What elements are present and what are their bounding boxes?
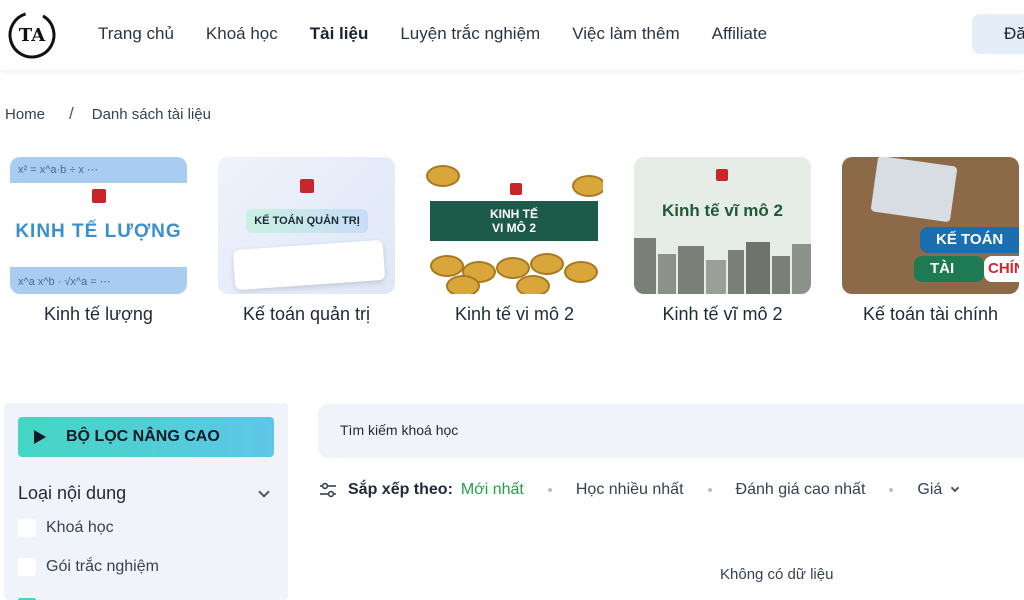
breadcrumb-current: Danh sách tài liệu [91, 105, 211, 123]
course-title[interactable]: Kinh tế vĩ mô 2 [634, 304, 811, 325]
building-illustration [706, 260, 726, 294]
breadcrumb-home[interactable]: Home [5, 106, 45, 123]
course-carousel: x² = x^a·b ÷ x ⋯ KINH TẾ LƯỢNG x^a x^b ·… [10, 157, 1024, 325]
thumbnail-text: KINH TẾ LƯỢNG [15, 221, 182, 242]
content-type-header[interactable]: Loại nội dung [18, 483, 274, 504]
search-bar [318, 404, 1024, 458]
breadcrumb-separator: / [69, 104, 74, 123]
nav-practice-tests[interactable]: Luyện trắc nghiệm [400, 24, 540, 44]
course-thumbnail[interactable]: KINH TẾ VI MÔ 2 [426, 157, 603, 294]
coin-illustration [564, 261, 598, 283]
separator-dot [547, 488, 552, 492]
building-illustration [746, 242, 770, 294]
nav-affiliate[interactable]: Affiliate [712, 24, 767, 44]
nav-courses[interactable]: Khoá học [206, 24, 278, 44]
laptop-illustration [870, 157, 958, 223]
math-decoration: x² = x^a·b ÷ x ⋯ [18, 164, 98, 176]
course-title[interactable]: Kinh tế lượng [10, 304, 187, 325]
top-header: TA Trang chủ Khoá học Tài liệu Luyện trắ… [0, 0, 1024, 70]
login-button[interactable]: Đăng [972, 14, 1024, 54]
brand-mark-icon [92, 189, 106, 203]
paper-illustration [232, 239, 386, 291]
building-illustration [792, 244, 811, 294]
sort-label: Sắp xếp theo: [348, 481, 453, 498]
checkbox[interactable] [18, 558, 36, 576]
course-card[interactable]: KẾ TOÁN QUẢN TRỊ Kế toán quản trị [218, 157, 395, 325]
separator-dot [707, 488, 712, 492]
building-illustration [678, 246, 704, 294]
nav-part-time-jobs[interactable]: Việc làm thêm [572, 24, 679, 44]
sort-price-dropdown[interactable]: Giá [917, 481, 964, 499]
course-card[interactable]: Kinh tế vĩ mô 2 Kinh tế vĩ mô 2 [634, 157, 811, 325]
empty-state-message: Không có dữ liệu [720, 566, 834, 583]
advanced-filter-button[interactable]: BỘ LỌC NÂNG CAO [18, 417, 274, 457]
brand-mark-icon [716, 169, 728, 181]
nav-documents[interactable]: Tài liệu [310, 24, 369, 44]
building-illustration [772, 256, 790, 294]
building-illustration [634, 238, 656, 294]
thumbnail-text: Kinh tế vĩ mô 2 [662, 201, 783, 220]
building-illustration [658, 254, 676, 294]
filter-option-test-packages[interactable]: Gói trắc nghiệm [18, 558, 159, 576]
sort-option-most-learned[interactable]: Học nhiều nhất [576, 481, 684, 499]
course-title[interactable]: Kinh tế vi mô 2 [426, 304, 603, 325]
search-input[interactable] [340, 422, 940, 438]
course-card[interactable]: KINH TẾ VI MÔ 2 Kinh tế vi mô 2 [426, 157, 603, 325]
brand-mark-icon [510, 183, 522, 195]
course-card[interactable]: KẾ TOÁN TÀI CHÍN Kế toán tài chính [842, 157, 1019, 325]
course-title[interactable]: Kế toán tài chính [842, 304, 1019, 325]
chevron-down-icon [951, 483, 960, 493]
main-nav: Trang chủ Khoá học Tài liệu Luyện trắc n… [98, 24, 799, 44]
course-thumbnail[interactable]: Kinh tế vĩ mô 2 [634, 157, 811, 294]
logo[interactable]: TA [6, 9, 58, 61]
advanced-filter-label: BỘ LỌC NÂNG CAO [66, 428, 220, 445]
checkbox[interactable] [18, 519, 36, 537]
thumbnail-text: KẾ TOÁN [920, 227, 1019, 253]
math-decoration: x^a x^b · √x^a = ⋯ [18, 276, 111, 288]
course-card[interactable]: x² = x^a·b ÷ x ⋯ KINH TẾ LƯỢNG x^a x^b ·… [10, 157, 187, 325]
coin-illustration [430, 255, 464, 277]
course-thumbnail[interactable]: KẾ TOÁN TÀI CHÍN [842, 157, 1019, 294]
course-thumbnail[interactable]: KẾ TOÁN QUẢN TRỊ [218, 157, 395, 294]
svg-text:TA: TA [19, 25, 46, 46]
brand-mark-icon [300, 179, 314, 193]
coin-illustration [516, 275, 550, 294]
coin-illustration [426, 165, 460, 187]
building-illustration [728, 250, 744, 294]
course-thumbnail[interactable]: x² = x^a·b ÷ x ⋯ KINH TẾ LƯỢNG x^a x^b ·… [10, 157, 187, 294]
thumbnail-text: KẾ TOÁN QUẢN TRỊ [246, 209, 368, 233]
sort-bar: Sắp xếp theo: Mới nhất Học nhiều nhất Đá… [318, 480, 964, 500]
content-type-title: Loại nội dung [18, 483, 127, 503]
coin-illustration [530, 253, 564, 275]
sort-option-newest[interactable]: Mới nhất [461, 481, 524, 499]
coin-illustration [446, 275, 480, 294]
sort-option-top-rated[interactable]: Đánh giá cao nhất [736, 481, 866, 499]
chevron-down-icon[interactable] [258, 485, 270, 498]
thumbnail-text: KINH TẾ VI MÔ 2 [430, 201, 598, 241]
separator-dot [889, 488, 894, 492]
breadcrumb: Home / Danh sách tài liệu [5, 104, 211, 124]
thumbnail-text: CHÍN [984, 256, 1019, 282]
sort-price-label: Giá [917, 481, 943, 498]
filter-option-label: Khoá học [46, 519, 114, 536]
sort-filter-icon [320, 482, 336, 498]
course-title[interactable]: Kế toán quản trị [218, 304, 395, 325]
filter-option-courses[interactable]: Khoá học [18, 519, 114, 537]
filter-panel: BỘ LỌC NÂNG CAO Loại nội dung Khoá học G… [4, 403, 288, 600]
play-icon [34, 430, 46, 444]
coin-illustration [572, 175, 603, 197]
filter-option-label: Gói trắc nghiệm [46, 558, 159, 575]
nav-home[interactable]: Trang chủ [98, 24, 174, 44]
thumbnail-text: TÀI [914, 256, 984, 282]
